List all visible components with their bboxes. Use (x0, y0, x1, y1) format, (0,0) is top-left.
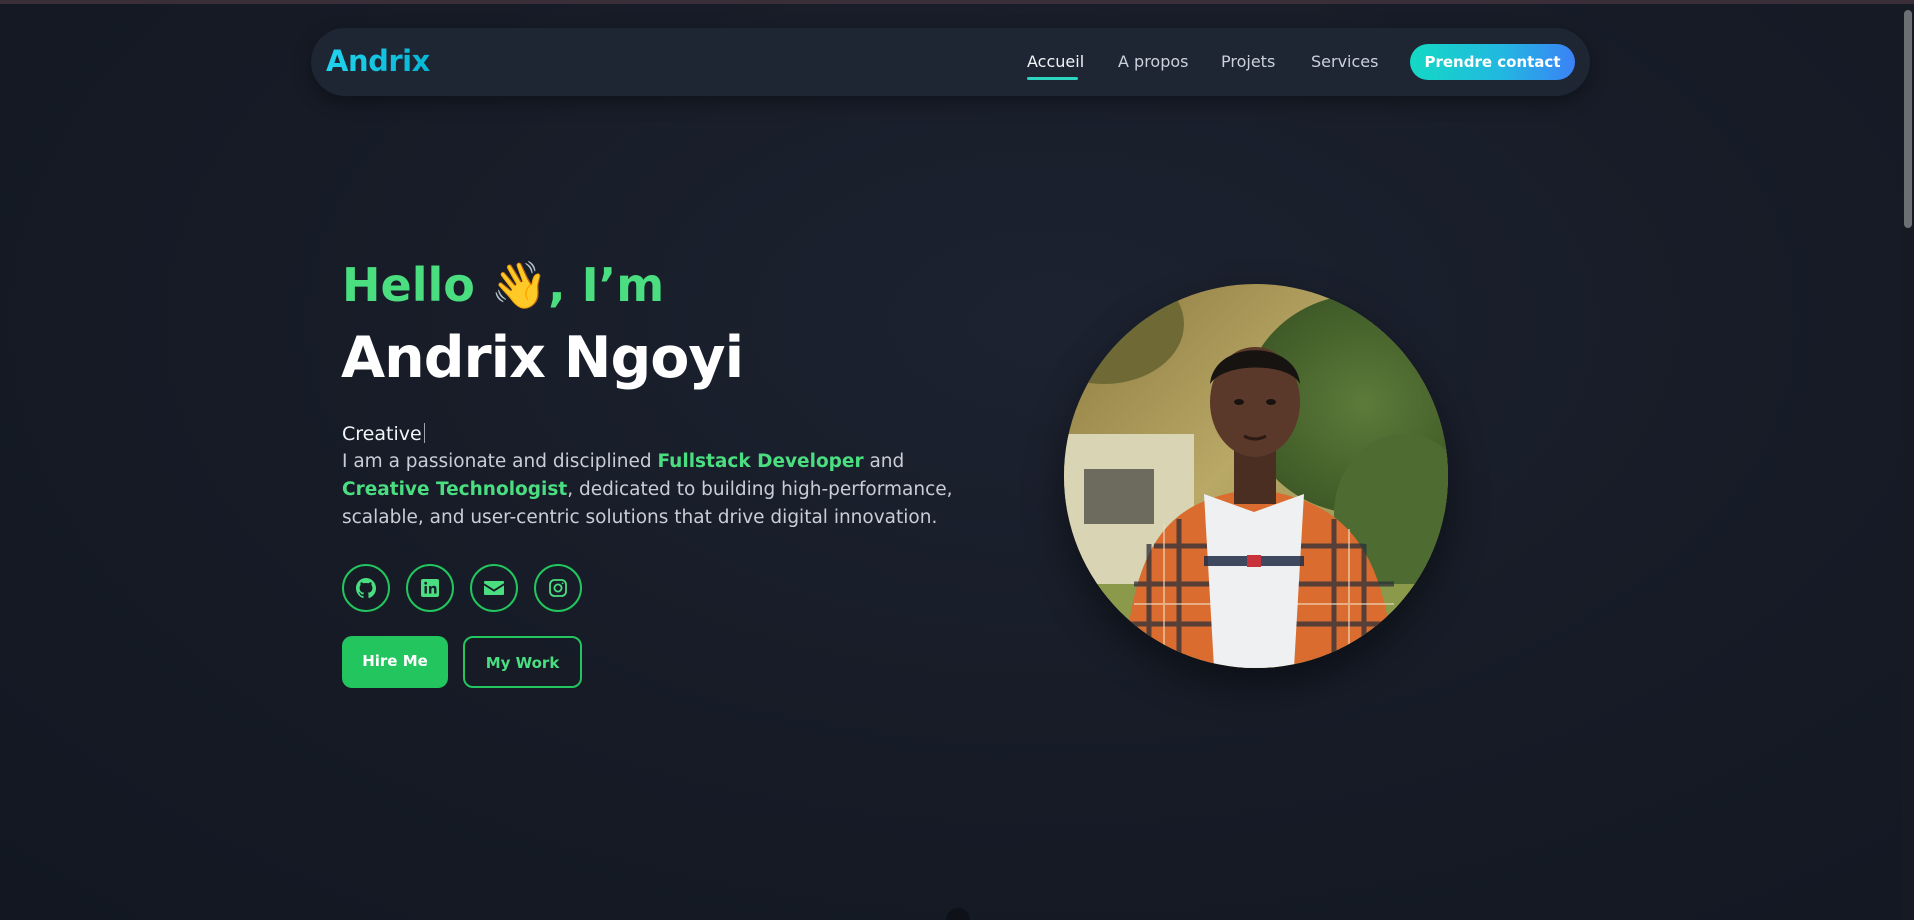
scroll-down-indicator[interactable] (946, 908, 970, 920)
email-link[interactable] (470, 564, 518, 612)
bio-intro: I am a passionate and disciplined (342, 451, 658, 472)
my-work-button[interactable]: My Work (463, 636, 582, 688)
instagram-icon (549, 579, 567, 597)
typed-role-text: Creative (342, 423, 422, 445)
active-nav-indicator (1027, 77, 1078, 80)
scrollbar-thumb[interactable] (1904, 10, 1912, 228)
nav-item-projets[interactable]: Projets (1221, 52, 1275, 71)
instagram-link[interactable] (534, 564, 582, 612)
hero-greeting: Hello 👋, I’m (342, 258, 665, 312)
hero-name: Andrix Ngoyi (341, 325, 744, 391)
nav-item-accueil[interactable]: Accueil (1027, 52, 1084, 71)
typing-caret (423, 423, 425, 443)
top-navbar: Andrix Accueil A propos Projets Services… (311, 28, 1590, 96)
profile-photo (1064, 284, 1448, 668)
hire-me-button[interactable]: Hire Me (342, 636, 448, 688)
bio-role-creative: Creative Technologist (342, 479, 568, 500)
nav-item-services[interactable]: Services (1311, 52, 1378, 71)
page-scrollbar[interactable] (1902, 4, 1914, 920)
contact-button[interactable]: Prendre contact (1410, 44, 1575, 80)
profile-photo-illustration (1064, 284, 1448, 668)
github-link[interactable] (342, 564, 390, 612)
window-top-border (0, 0, 1914, 4)
linkedin-icon (421, 579, 439, 597)
github-icon (356, 578, 377, 599)
bio-connector: and (863, 451, 905, 472)
nav-item-a-propos[interactable]: A propos (1118, 52, 1188, 71)
brand-logo[interactable]: Andrix (326, 44, 430, 78)
bio-role-fullstack: Fullstack Developer (657, 451, 864, 472)
mail-icon (484, 581, 504, 595)
typed-role: Creative (342, 423, 425, 445)
hero-bio: I am a passionate and disciplined Fullst… (342, 448, 962, 532)
linkedin-link[interactable] (406, 564, 454, 612)
